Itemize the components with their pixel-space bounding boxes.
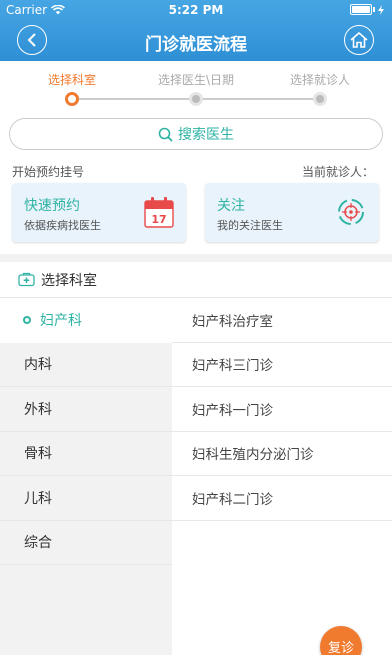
target-icon (335, 196, 367, 232)
start-booking-label: 开始预约挂号 (12, 165, 85, 179)
calendar-day-text: 17 (151, 213, 166, 226)
selected-dot-icon (23, 316, 31, 324)
progress-steps: 选择科室 选择医生\日期 选择就诊人 (0, 61, 392, 113)
step-label-department: 选择科室 (47, 73, 96, 87)
department-item[interactable]: 外科 (0, 387, 172, 432)
department-item[interactable]: 骨科 (0, 432, 172, 476)
current-patient-label[interactable]: 当前就诊人： (302, 163, 374, 180)
medical-kit-icon (18, 272, 35, 287)
department-item[interactable]: 内科 (0, 343, 172, 387)
search-label: 搜索医生 (178, 127, 234, 143)
clinic-item[interactable]: 妇产科三门诊 (172, 343, 392, 387)
step-dot-2 (189, 92, 203, 106)
step-dot-1 (65, 92, 79, 106)
department-list: 妇产科 内科 外科 骨科 儿科 综合 (0, 298, 172, 655)
clinic-item[interactable]: 妇产科治疗室 (172, 298, 392, 343)
page-title: 门诊就医流程 (145, 35, 247, 55)
quick-booking-title: 快速预约 (24, 198, 80, 214)
section-title: 选择科室 (41, 272, 97, 289)
clinic-item[interactable]: 妇产科一门诊 (172, 387, 392, 432)
follow-subtitle: 我的关注医生 (217, 219, 283, 232)
battery-icon (350, 4, 384, 15)
search-doctor-button[interactable]: 搜索医生 (9, 118, 383, 150)
calendar-icon: 17 (144, 196, 174, 232)
home-button[interactable] (344, 25, 374, 55)
status-time: 5:22 PM (168, 3, 224, 17)
revisit-label: 复诊 (327, 640, 354, 655)
clinic-item[interactable]: 妇科生殖内分泌门诊 (172, 432, 392, 476)
department-item[interactable]: 儿科 (0, 476, 172, 521)
search-icon (158, 127, 173, 142)
department-item-active[interactable]: 妇产科 (0, 298, 172, 343)
home-icon (350, 32, 368, 48)
step-label-patient: 选择就诊人 (289, 73, 350, 87)
clinic-item[interactable]: 妇产科二门诊 (172, 476, 392, 521)
clinic-list: 妇产科治疗室 妇产科三门诊 妇产科一门诊 妇科生殖内分泌门诊 妇产科二门诊 (172, 298, 392, 655)
quick-section: 开始预约挂号 当前就诊人： 快速预约 依据疾病找医生 17 关注 我的关注医生 (0, 155, 392, 254)
quick-booking-card[interactable]: 快速预约 依据疾病找医生 17 (12, 183, 186, 242)
step-label-doctor-date: 选择医生\日期 (157, 73, 235, 87)
step-dot-3 (313, 92, 327, 106)
department-item[interactable]: 综合 (0, 521, 172, 565)
status-bar: Carrier 5:22 PM (0, 0, 392, 20)
charging-icon (378, 4, 384, 15)
quick-booking-subtitle: 依据疾病找医生 (24, 219, 101, 232)
follow-title: 关注 (217, 198, 245, 214)
section-header: 选择科室 (0, 262, 392, 298)
follow-card[interactable]: 关注 我的关注医生 (205, 183, 379, 242)
header: Carrier 5:22 PM 门诊就医流程 (0, 0, 392, 61)
